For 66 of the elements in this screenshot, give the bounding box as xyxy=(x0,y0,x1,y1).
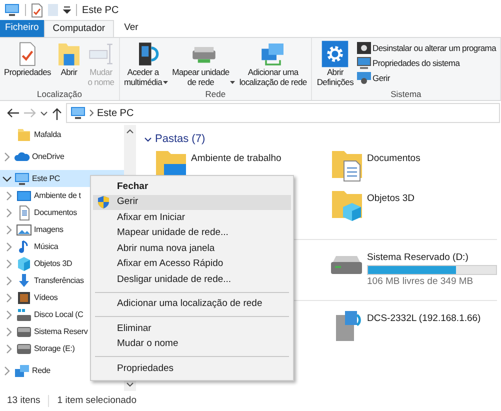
ribbon-button[interactable]: Propriedades do sistema xyxy=(356,56,496,70)
ribbon-button[interactable]: Gerir xyxy=(356,71,496,85)
group-label: Rede xyxy=(205,89,226,100)
computer-icon xyxy=(70,105,86,121)
computer-icon xyxy=(4,2,20,18)
file-tile[interactable]: Documentos xyxy=(320,147,497,187)
file-tab[interactable]: Ficheiro xyxy=(0,20,44,37)
group-label: Sistema xyxy=(390,89,422,100)
down-arrow-icon xyxy=(16,272,32,288)
group-header[interactable]: Pastas (7) xyxy=(144,131,497,147)
address-bar[interactable]: Este PC xyxy=(66,103,500,123)
ribbon-tab[interactable]: Computador xyxy=(44,20,114,37)
ribbon-button[interactable]: Propriedades xyxy=(3,40,52,78)
expand-chevron-icon[interactable] xyxy=(2,152,12,162)
cube-icon xyxy=(16,256,32,272)
dropdown-caret-icon xyxy=(163,81,168,84)
settings-icon xyxy=(321,40,350,68)
shield-icon xyxy=(97,195,110,210)
file-tile[interactable]: DCS-2332L (192.168.1.66) xyxy=(320,307,497,347)
up-arrow-icon[interactable] xyxy=(51,106,63,120)
menu-item[interactable]: Mudar o nome xyxy=(93,336,291,352)
folder-icon xyxy=(16,126,32,142)
computer-management-icon xyxy=(356,71,371,85)
network-icon xyxy=(14,362,30,378)
ribbon-tab[interactable]: Ver xyxy=(114,20,148,37)
documents-folder-icon xyxy=(330,149,363,182)
menu-item[interactable]: Afixar em Iniciar xyxy=(93,210,291,226)
ribbon-button[interactable]: Aceder a multimédia xyxy=(122,40,170,87)
tree-item[interactable]: OneDrive xyxy=(0,148,124,165)
chevron-right-icon xyxy=(89,109,94,117)
scroll-down-icon[interactable] xyxy=(126,382,134,387)
picture-icon xyxy=(16,222,32,238)
menu-item[interactable]: Gerir xyxy=(93,194,291,210)
expand-chevron-icon[interactable] xyxy=(2,366,12,376)
drive-icon xyxy=(16,306,32,322)
objects-folder-icon xyxy=(330,189,363,222)
program-icon xyxy=(356,41,371,55)
item-count: 13 itens xyxy=(7,394,40,408)
ribbon-button[interactable]: Mapear unidade de rede xyxy=(171,40,236,87)
computer-icon xyxy=(14,170,30,186)
menu-item[interactable]: Eliminar xyxy=(93,321,291,336)
file-tile[interactable]: Objetos 3D xyxy=(320,187,497,227)
menu-item[interactable]: Abrir numa nova janela xyxy=(93,241,291,256)
menu-item[interactable]: Desligar unidade de rede... xyxy=(93,272,291,288)
collapse-chevron-icon xyxy=(144,136,152,142)
dropdown-caret-icon xyxy=(230,81,236,84)
menu-item[interactable]: Propriedades xyxy=(93,361,291,376)
film-icon xyxy=(16,290,32,306)
properties-icon[interactable] xyxy=(31,2,43,18)
menu-item[interactable]: Afixar em Acesso Rápido xyxy=(93,256,291,272)
menu-item[interactable]: Mapear unidade de rede... xyxy=(93,226,291,241)
scroll-up-icon[interactable] xyxy=(126,129,134,134)
ribbon-button[interactable]: Adicionar uma localização de rede xyxy=(238,40,308,87)
window-title: Este PC xyxy=(82,4,119,18)
selection-status: 1 item selecionado xyxy=(57,394,136,408)
group-label: Localização xyxy=(37,89,82,100)
ribbon-button[interactable]: Abrir Definições xyxy=(316,40,355,87)
collapse-chevron-icon[interactable] xyxy=(2,174,12,184)
computer-icon xyxy=(356,56,371,70)
ribbon-button[interactable]: Abrir xyxy=(54,40,84,78)
file-tile[interactable]: Sistema Reservado (D:) 106 MB livres de 349 MB xyxy=(320,246,497,288)
dropdown-caret-icon[interactable] xyxy=(63,6,71,14)
dropdown-chevron-icon[interactable] xyxy=(40,110,48,116)
ribbon-button[interactable]: Desinstalar ou alterar um programa xyxy=(356,41,496,55)
back-arrow-icon[interactable] xyxy=(6,107,20,119)
tree-item[interactable]: Mafalda xyxy=(0,126,124,143)
